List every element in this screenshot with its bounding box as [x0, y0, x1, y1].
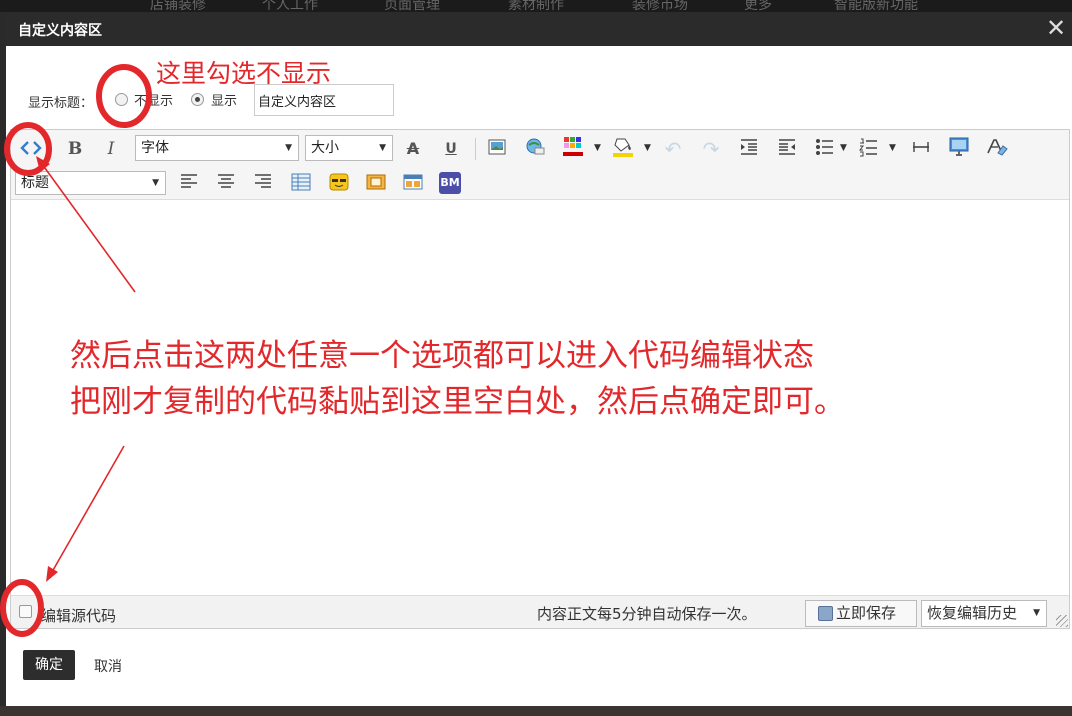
radio-show-label[interactable]: 显示 — [211, 90, 237, 109]
bg-nav-item: 个人工作 — [262, 0, 318, 12]
radio-hide-title[interactable] — [115, 93, 128, 106]
toolbar-separator — [475, 138, 476, 160]
bold-button[interactable]: B — [63, 137, 87, 161]
edit-source-checkbox[interactable] — [19, 605, 32, 618]
radio-hide-label[interactable]: 不显示 — [134, 90, 173, 109]
bulleted-list-icon[interactable] — [813, 137, 837, 161]
chevron-down-icon: ▼ — [1033, 608, 1040, 618]
horizontal-rule-icon[interactable] — [909, 137, 933, 161]
heading-select-value: 标题 — [21, 175, 49, 191]
clear-format-icon[interactable] — [985, 137, 1009, 161]
heading-select[interactable]: 标题 ▼ — [15, 171, 166, 195]
size-select-value: 大小 — [311, 140, 339, 156]
bg-nav-item: 智能版新功能 — [834, 0, 918, 12]
font-color-icon[interactable] — [561, 135, 585, 159]
bg-nav-item: 店铺装修 — [150, 0, 206, 12]
save-now-button[interactable]: 立即保存 — [805, 600, 917, 627]
outdent-icon[interactable] — [775, 137, 799, 161]
preview-monitor-icon[interactable] — [947, 136, 971, 160]
font-family-select[interactable]: 字体 ▼ — [135, 135, 299, 161]
restore-history-label: 恢复编辑历史 — [927, 604, 1018, 622]
chevron-down-icon: ▼ — [285, 143, 292, 153]
emoticon-icon[interactable] — [327, 172, 351, 196]
chevron-down-icon[interactable]: ▼ — [644, 143, 651, 153]
chevron-down-icon[interactable]: ▼ — [840, 143, 847, 153]
chevron-down-icon: ▼ — [379, 143, 386, 153]
dialog-title: 自定义内容区 — [18, 23, 102, 39]
restore-history-dropdown[interactable]: 恢复编辑历史 ▼ — [921, 600, 1047, 627]
annotation-hint-title: 这里勾选不显示 — [156, 59, 332, 88]
close-icon[interactable]: ✕ — [1044, 16, 1068, 40]
align-center-icon[interactable] — [214, 172, 238, 196]
align-right-icon[interactable] — [251, 172, 275, 196]
undo-icon[interactable]: ↶ — [661, 137, 685, 161]
save-now-label: 立即保存 — [836, 604, 897, 622]
radio-show-title[interactable] — [191, 93, 204, 106]
floppy-disk-icon — [818, 606, 833, 621]
show-title-label: 显示标题： — [28, 96, 94, 111]
italic-button[interactable]: I — [99, 137, 123, 161]
edit-source-label[interactable]: 编辑源代码 — [41, 605, 116, 626]
chevron-down-icon[interactable]: ▼ — [594, 143, 601, 153]
image-icon[interactable] — [485, 137, 509, 161]
media-flash-icon[interactable] — [364, 172, 388, 196]
bm-plugin-button[interactable]: BM — [439, 172, 461, 194]
numbered-list-icon[interactable] — [857, 137, 881, 161]
resize-grip-icon[interactable] — [1056, 615, 1068, 627]
underline-button[interactable]: U — [439, 137, 463, 161]
dialog-titlebar: 自定义内容区 ✕ — [6, 12, 1072, 46]
font-select-value: 字体 — [141, 140, 169, 156]
font-size-select[interactable]: 大小 ▼ — [305, 135, 393, 161]
background-nav: 店铺装修 个人工作 页面管理 素材制作 装修市场 更多 智能版新功能 — [0, 0, 1072, 12]
chevron-down-icon[interactable]: ▼ — [889, 143, 896, 153]
align-left-icon[interactable] — [177, 172, 201, 196]
annotation-hint-line2: 把刚才复制的代码黏贴到这里空白处，然后点确定即可。 — [70, 384, 845, 420]
editor-statusbar: 编辑源代码 内容正文每5分钟自动保存一次。 立即保存 恢复编辑历史 ▼ — [11, 595, 1069, 628]
background-bottom — [0, 706, 1072, 716]
editor-toolbar: B I 字体 ▼ 大小 ▼ A U ▼ ▼ ↶ ↷ ▼ ▼ 标题 ▼ BM — [11, 130, 1069, 200]
template-icon[interactable] — [401, 172, 425, 196]
chevron-down-icon: ▼ — [152, 178, 159, 188]
autosave-notice: 内容正文每5分钟自动保存一次。 — [537, 605, 757, 623]
redo-icon[interactable]: ↷ — [699, 137, 723, 161]
annotation-hint-line1: 然后点击这两处任意一个选项都可以进入代码编辑状态 — [70, 338, 814, 374]
bg-nav-item: 页面管理 — [384, 0, 440, 12]
cancel-button[interactable]: 取消 — [94, 656, 122, 676]
link-globe-icon[interactable] — [523, 137, 547, 161]
source-code-icon[interactable] — [19, 136, 43, 160]
ok-button[interactable]: 确定 — [23, 650, 75, 680]
indent-icon[interactable] — [737, 137, 761, 161]
bg-nav-item: 更多 — [744, 0, 772, 12]
bg-nav-item: 素材制作 — [508, 0, 564, 12]
strikethrough-button[interactable]: A — [401, 137, 425, 161]
background-color-icon[interactable] — [611, 135, 635, 159]
bg-nav-item: 装修市场 — [632, 0, 688, 12]
table-icon[interactable] — [289, 172, 313, 196]
